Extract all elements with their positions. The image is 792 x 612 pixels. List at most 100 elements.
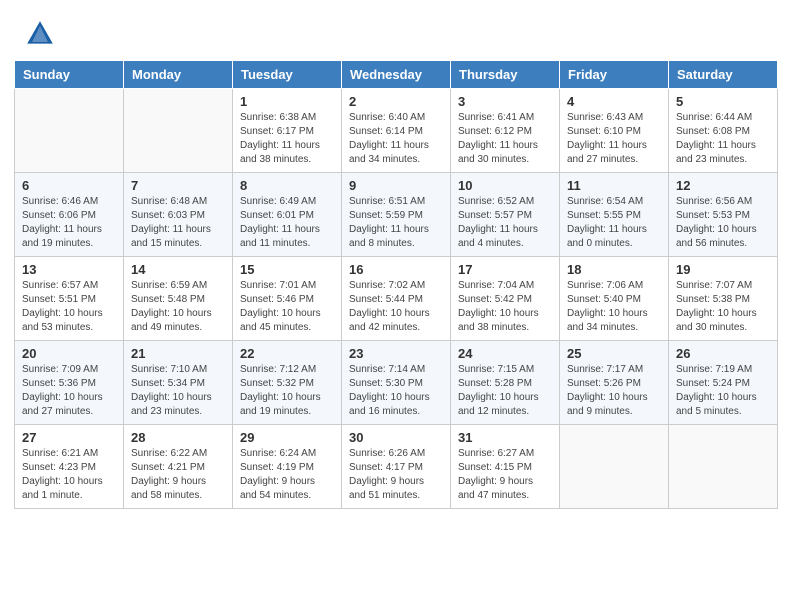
calendar-cell: 19 Sunrise: 7:07 AM Sunset: 5:38 PM Dayli…	[669, 257, 778, 341]
calendar-cell: 22 Sunrise: 7:12 AM Sunset: 5:32 PM Dayli…	[233, 341, 342, 425]
day-info: Sunrise: 6:48 AM Sunset: 6:03 PM Dayligh…	[131, 195, 225, 251]
day-info: Sunrise: 6:38 AM Sunset: 6:17 PM Dayligh…	[240, 111, 334, 167]
day-number: 7	[131, 178, 225, 193]
calendar-table: SundayMondayTuesdayWednesdayThursdayFrid…	[14, 60, 778, 509]
day-number: 30	[349, 430, 443, 445]
calendar-cell: 4 Sunrise: 6:43 AM Sunset: 6:10 PM Daylig…	[560, 89, 669, 173]
calendar-cell	[669, 425, 778, 509]
day-info: Sunrise: 6:59 AM Sunset: 5:48 PM Dayligh…	[131, 279, 225, 335]
calendar-cell	[124, 89, 233, 173]
day-number: 18	[567, 262, 661, 277]
calendar-cell: 31 Sunrise: 6:27 AM Sunset: 4:15 PM Dayli…	[451, 425, 560, 509]
calendar-week-row: 6 Sunrise: 6:46 AM Sunset: 6:06 PM Daylig…	[15, 173, 778, 257]
day-number: 5	[676, 94, 770, 109]
day-number: 25	[567, 346, 661, 361]
day-number: 26	[676, 346, 770, 361]
calendar-cell: 25 Sunrise: 7:17 AM Sunset: 5:26 PM Dayli…	[560, 341, 669, 425]
weekday-header-tuesday: Tuesday	[233, 61, 342, 89]
day-info: Sunrise: 7:19 AM Sunset: 5:24 PM Dayligh…	[676, 363, 770, 419]
calendar-cell: 12 Sunrise: 6:56 AM Sunset: 5:53 PM Dayli…	[669, 173, 778, 257]
calendar-week-row: 13Sunrise: 6:57 AM Sunset: 5:51 PM Dayli…	[15, 257, 778, 341]
calendar-cell: 28 Sunrise: 6:22 AM Sunset: 4:21 PM Dayli…	[124, 425, 233, 509]
day-info: Sunrise: 7:02 AM Sunset: 5:44 PM Dayligh…	[349, 279, 443, 335]
weekday-header-wednesday: Wednesday	[342, 61, 451, 89]
calendar-cell: 9Sunrise: 6:51 AM Sunset: 5:59 PM Daylig…	[342, 173, 451, 257]
day-number: 22	[240, 346, 334, 361]
day-number: 15	[240, 262, 334, 277]
day-number: 27	[22, 430, 116, 445]
day-number: 10	[458, 178, 552, 193]
calendar-cell: 24 Sunrise: 7:15 AM Sunset: 5:28 PM Dayli…	[451, 341, 560, 425]
calendar-cell: 15 Sunrise: 7:01 AM Sunset: 5:46 PM Dayli…	[233, 257, 342, 341]
day-number: 28	[131, 430, 225, 445]
calendar-cell: 7 Sunrise: 6:48 AM Sunset: 6:03 PM Daylig…	[124, 173, 233, 257]
day-info: Sunrise: 6:21 AM Sunset: 4:23 PM Dayligh…	[22, 447, 116, 503]
calendar-cell: 16 Sunrise: 7:02 AM Sunset: 5:44 PM Dayli…	[342, 257, 451, 341]
logo	[24, 18, 60, 50]
day-number: 11	[567, 178, 661, 193]
day-number: 3	[458, 94, 552, 109]
day-info: Sunrise: 6:43 AM Sunset: 6:10 PM Dayligh…	[567, 111, 661, 167]
calendar-week-row: 20 Sunrise: 7:09 AM Sunset: 5:36 PM Dayli…	[15, 341, 778, 425]
day-info: Sunrise: 6:26 AM Sunset: 4:17 PM Dayligh…	[349, 447, 443, 503]
calendar-cell: 14 Sunrise: 6:59 AM Sunset: 5:48 PM Dayli…	[124, 257, 233, 341]
day-number: 14	[131, 262, 225, 277]
day-number: 2	[349, 94, 443, 109]
calendar-cell: 2 Sunrise: 6:40 AM Sunset: 6:14 PM Daylig…	[342, 89, 451, 173]
calendar-cell: 1 Sunrise: 6:38 AM Sunset: 6:17 PM Daylig…	[233, 89, 342, 173]
day-info: Sunrise: 6:52 AM Sunset: 5:57 PM Dayligh…	[458, 195, 552, 251]
calendar-cell: 11Sunrise: 6:54 AM Sunset: 5:55 PM Dayli…	[560, 173, 669, 257]
calendar-cell: 21 Sunrise: 7:10 AM Sunset: 5:34 PM Dayli…	[124, 341, 233, 425]
day-info: Sunrise: 6:40 AM Sunset: 6:14 PM Dayligh…	[349, 111, 443, 167]
calendar-cell: 18 Sunrise: 7:06 AM Sunset: 5:40 PM Dayli…	[560, 257, 669, 341]
day-number: 19	[676, 262, 770, 277]
calendar-cell: 26 Sunrise: 7:19 AM Sunset: 5:24 PM Dayli…	[669, 341, 778, 425]
day-number: 24	[458, 346, 552, 361]
weekday-header-thursday: Thursday	[451, 61, 560, 89]
weekday-header-sunday: Sunday	[15, 61, 124, 89]
day-number: 6	[22, 178, 116, 193]
day-info: Sunrise: 7:07 AM Sunset: 5:38 PM Dayligh…	[676, 279, 770, 335]
day-info: Sunrise: 6:22 AM Sunset: 4:21 PM Dayligh…	[131, 447, 225, 503]
day-number: 29	[240, 430, 334, 445]
day-number: 23	[349, 346, 443, 361]
day-info: Sunrise: 6:27 AM Sunset: 4:15 PM Dayligh…	[458, 447, 552, 503]
day-info: Sunrise: 6:49 AM Sunset: 6:01 PM Dayligh…	[240, 195, 334, 251]
weekday-header-monday: Monday	[124, 61, 233, 89]
calendar-cell: 30 Sunrise: 6:26 AM Sunset: 4:17 PM Dayli…	[342, 425, 451, 509]
calendar-cell	[560, 425, 669, 509]
day-info: Sunrise: 7:12 AM Sunset: 5:32 PM Dayligh…	[240, 363, 334, 419]
calendar-cell: 3Sunrise: 6:41 AM Sunset: 6:12 PM Daylig…	[451, 89, 560, 173]
calendar-cell: 5Sunrise: 6:44 AM Sunset: 6:08 PM Daylig…	[669, 89, 778, 173]
day-info: Sunrise: 7:15 AM Sunset: 5:28 PM Dayligh…	[458, 363, 552, 419]
day-info: Sunrise: 7:10 AM Sunset: 5:34 PM Dayligh…	[131, 363, 225, 419]
weekday-header-saturday: Saturday	[669, 61, 778, 89]
day-number: 13	[22, 262, 116, 277]
calendar-cell: 6 Sunrise: 6:46 AM Sunset: 6:06 PM Daylig…	[15, 173, 124, 257]
day-info: Sunrise: 7:17 AM Sunset: 5:26 PM Dayligh…	[567, 363, 661, 419]
day-info: Sunrise: 7:09 AM Sunset: 5:36 PM Dayligh…	[22, 363, 116, 419]
day-number: 21	[131, 346, 225, 361]
day-number: 8	[240, 178, 334, 193]
day-info: Sunrise: 7:01 AM Sunset: 5:46 PM Dayligh…	[240, 279, 334, 335]
day-info: Sunrise: 6:56 AM Sunset: 5:53 PM Dayligh…	[676, 195, 770, 251]
day-info: Sunrise: 6:46 AM Sunset: 6:06 PM Dayligh…	[22, 195, 116, 251]
calendar-cell: 27 Sunrise: 6:21 AM Sunset: 4:23 PM Dayli…	[15, 425, 124, 509]
page-header	[0, 0, 792, 60]
calendar-cell: 23Sunrise: 7:14 AM Sunset: 5:30 PM Dayli…	[342, 341, 451, 425]
day-number: 20	[22, 346, 116, 361]
day-number: 16	[349, 262, 443, 277]
day-number: 31	[458, 430, 552, 445]
calendar-cell: 20 Sunrise: 7:09 AM Sunset: 5:36 PM Dayli…	[15, 341, 124, 425]
weekday-header-friday: Friday	[560, 61, 669, 89]
day-number: 1	[240, 94, 334, 109]
day-number: 12	[676, 178, 770, 193]
calendar-week-row: 1 Sunrise: 6:38 AM Sunset: 6:17 PM Daylig…	[15, 89, 778, 173]
day-info: Sunrise: 7:06 AM Sunset: 5:40 PM Dayligh…	[567, 279, 661, 335]
calendar-cell: 29Sunrise: 6:24 AM Sunset: 4:19 PM Dayli…	[233, 425, 342, 509]
calendar-cell: 13Sunrise: 6:57 AM Sunset: 5:51 PM Dayli…	[15, 257, 124, 341]
day-number: 9	[349, 178, 443, 193]
calendar-cell: 8 Sunrise: 6:49 AM Sunset: 6:01 PM Daylig…	[233, 173, 342, 257]
day-number: 4	[567, 94, 661, 109]
calendar-week-row: 27 Sunrise: 6:21 AM Sunset: 4:23 PM Dayli…	[15, 425, 778, 509]
